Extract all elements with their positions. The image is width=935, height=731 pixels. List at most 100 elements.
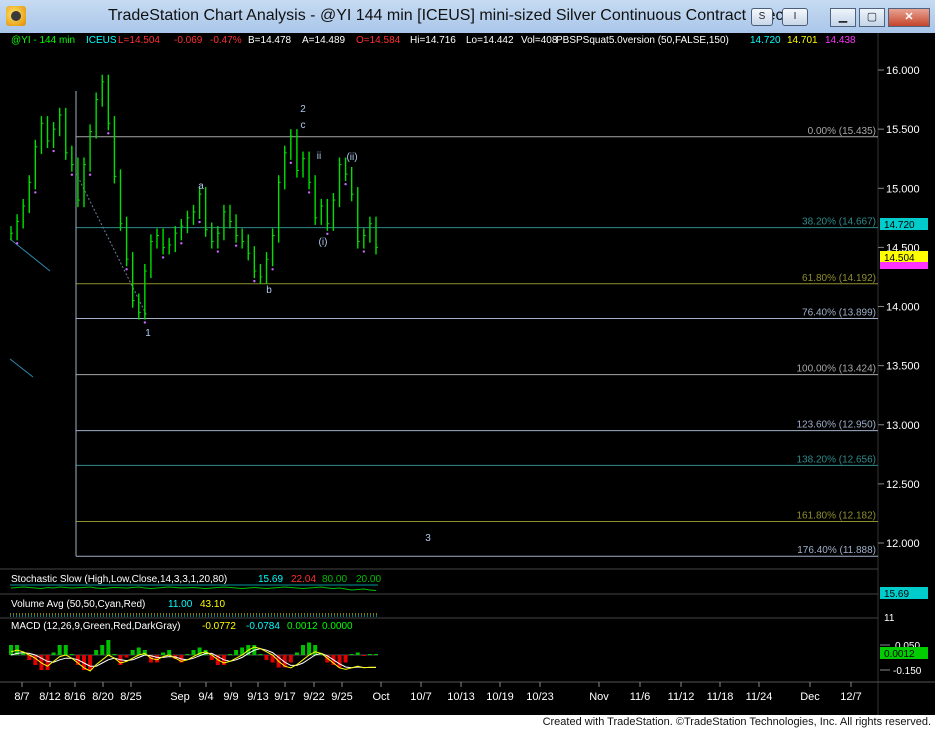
pivot-dot <box>70 173 74 176</box>
macd-histogram-bar <box>337 655 342 668</box>
chart-canvas[interactable]: @YI - 144 min ICEUS L=14.504 -0.069 -0.4… <box>0 33 935 715</box>
time-axis[interactable]: 8/7 8/12 8/16 8/20 8/25 Sep 9/4 9/9 9/13 9/17 9/22… <box>14 682 862 703</box>
price-axis-label: 14.000 <box>886 302 920 314</box>
pivot-dot <box>362 250 366 253</box>
macd-histogram-bar <box>191 650 196 655</box>
fib-level-label: 123.60% (12.950) <box>796 420 876 431</box>
time-axis-label: 9/13 <box>247 691 268 703</box>
volume-badge-text: 11 <box>884 613 895 624</box>
title-bar: TradeStation Chart Analysis - @YI 144 mi… <box>0 0 935 34</box>
symbol-link-s-button[interactable]: S <box>751 8 773 26</box>
wave-label: ii <box>317 151 321 162</box>
stochastic-line <box>10 586 377 591</box>
macd-histogram-bar <box>355 652 360 655</box>
macd-histogram-bar <box>130 650 135 655</box>
change-percent: -0.47% <box>210 35 242 46</box>
macd-histogram-bar <box>185 654 190 655</box>
close-button[interactable]: ✕ <box>888 8 930 27</box>
channel-line-lower <box>9 358 34 378</box>
maximize-button[interactable]: ▢ <box>859 8 885 27</box>
pivot-dot <box>271 268 274 271</box>
pivot-dot <box>198 220 201 224</box>
price-axis-label: 13.000 <box>886 420 920 432</box>
macd-value-4: 0.0000 <box>322 621 353 632</box>
wave-projection-line <box>75 172 148 317</box>
macd-value-3: 0.0012 <box>287 621 318 632</box>
time-axis-label: 11/18 <box>707 691 734 703</box>
wave-labels: 1 a b 2 c ii (i) (ii) 3 <box>145 104 431 544</box>
macd-histogram-bar <box>51 652 56 655</box>
macd-histogram-bar <box>106 640 111 655</box>
volume-avg-value-2: 43.10 <box>200 599 225 610</box>
time-axis-label: Dec <box>800 691 820 703</box>
maximize-icon: ▢ <box>866 11 878 23</box>
time-axis-label: 11/24 <box>746 691 773 703</box>
symbol-link-i-button[interactable]: I <box>782 8 808 26</box>
status-bar: Created with TradeStation. ©TradeStation… <box>0 715 935 731</box>
price-axis-label: 12.500 <box>886 479 920 491</box>
time-axis-label: 10/19 <box>486 691 514 703</box>
time-axis-label: 10/7 <box>410 691 431 703</box>
macd-histogram-bar <box>9 645 13 655</box>
pivot-dot <box>34 191 37 194</box>
channel-line-upper <box>9 238 51 272</box>
fib-level-label: 161.80% (12.182) <box>796 510 876 521</box>
time-axis-label: 9/4 <box>198 691 213 703</box>
low-price: Lo=14.442 <box>466 35 514 46</box>
pivot-dot <box>161 256 165 259</box>
macd-histogram-bar <box>307 642 312 655</box>
time-axis-label: 8/25 <box>120 691 141 703</box>
pivot-dot <box>344 182 347 186</box>
macd-value-2: -0.0784 <box>246 621 280 632</box>
pivot-dot <box>180 242 183 245</box>
pivot-dot <box>326 232 329 236</box>
volume-avg-value-1: 11.00 <box>168 599 193 610</box>
fib-level-label: 176.40% (11.888) <box>797 545 876 556</box>
fibonacci-levels[interactable]: 0.00% (15.435) 38.20% (14.667) 61.80% (14.… <box>76 126 878 557</box>
macd-histogram-bar <box>361 655 366 656</box>
wave-label: (ii) <box>346 152 357 163</box>
time-axis-label: 9/9 <box>223 691 238 703</box>
macd-histogram-bar <box>161 652 166 655</box>
pivot-dot <box>289 161 293 165</box>
stochastic-value-2: 22.04 <box>291 574 316 585</box>
macd-histogram-bar <box>124 655 129 658</box>
price-axis[interactable]: 16.00015.50015.00014.50014.00013.50013.0… <box>878 65 920 550</box>
macd-histogram-bar <box>112 654 117 655</box>
time-axis-label: 8/20 <box>92 691 113 703</box>
indicator-value-1: 14.720 <box>750 35 781 46</box>
change-value: -0.069 <box>174 35 203 46</box>
time-axis-label: 10/23 <box>526 691 554 703</box>
pivot-dot <box>125 268 128 271</box>
stochastic-label: Stochastic Slow (High,Low,Close,14,3,3,1… <box>11 574 227 585</box>
chart-area[interactable]: @YI - 144 min ICEUS L=14.504 -0.069 -0.4… <box>0 33 935 715</box>
time-axis-label: Sep <box>170 691 190 703</box>
pivot-dot <box>88 173 92 176</box>
minimize-button[interactable]: ▁ <box>830 8 856 27</box>
wave-label: 3 <box>425 533 431 544</box>
macd-histogram-bar <box>94 650 99 655</box>
time-axis-label: 10/13 <box>447 691 475 703</box>
price-axis-label: 12.000 <box>886 538 920 550</box>
macd-histogram-bar <box>228 654 232 655</box>
fib-level-label: 76.40% (13.899) <box>802 307 876 318</box>
tradestation-app-icon[interactable] <box>6 6 26 26</box>
macd-histogram-bar <box>100 645 105 655</box>
price-bars[interactable] <box>10 74 378 324</box>
ask-price: A=14.489 <box>302 35 346 46</box>
window-title: TradeStation Chart Analysis - @YI 144 mi… <box>108 7 806 24</box>
price-axis-label: 13.500 <box>886 361 920 373</box>
pivot-dot <box>216 250 220 253</box>
price-badge-last-text: 14.504 <box>884 253 915 264</box>
minimize-icon: ▁ <box>838 11 848 23</box>
time-axis-label: 9/17 <box>274 691 295 703</box>
bid-price: B=14.478 <box>248 35 292 46</box>
pivot-dot <box>253 279 256 283</box>
fib-level-label: 38.20% (14.667) <box>802 217 876 228</box>
macd-histogram-bar <box>367 654 372 655</box>
time-axis-label: 8/16 <box>64 691 85 703</box>
time-axis-label: 11/6 <box>630 691 651 703</box>
macd-histogram-bar <box>69 654 74 655</box>
stochastic-value-3: 80.00 <box>322 574 347 585</box>
indicator-value-2: 14.701 <box>787 35 818 46</box>
